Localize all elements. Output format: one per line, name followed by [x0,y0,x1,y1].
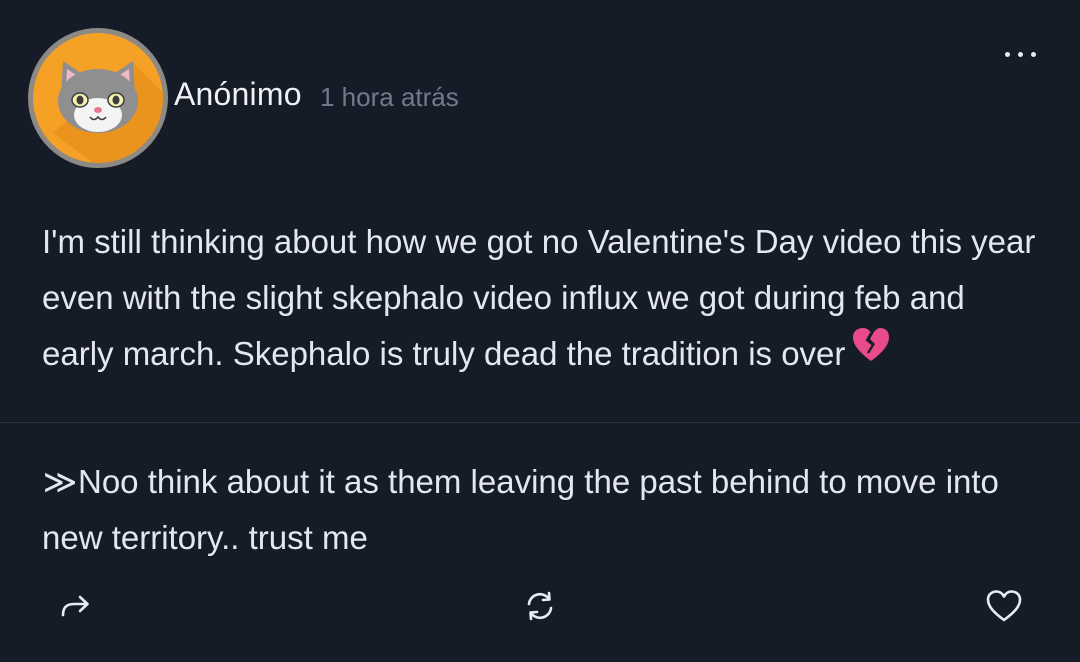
heart-outline-icon [986,590,1022,622]
reply: ≫Noo think about it as them leaving the … [42,454,1042,566]
cat-avatar-icon [53,61,163,163]
reply-text: Noo think about it as them leaving the p… [42,463,999,556]
divider [0,422,1080,423]
more-options-button[interactable] [990,36,1050,72]
share-button[interactable] [54,584,98,628]
avatar[interactable] [28,28,168,168]
more-dot-icon [1030,51,1036,57]
repost-icon [527,591,553,621]
post-card: Anónimo 1 hora atrás I'm still thinking … [0,0,1080,662]
post-timestamp: 1 hora atrás [320,82,459,112]
author-name[interactable]: Anónimo [174,76,302,113]
post-body: I'm still thinking about how we got no V… [42,214,1042,384]
share-arrow-icon [61,595,89,617]
reply-marker-icon: ≫ [42,463,78,500]
more-dot-icon [1017,51,1023,57]
broken-heart-icon [851,324,891,380]
repost-button[interactable] [518,584,562,628]
like-button[interactable] [982,584,1026,628]
more-dot-icon [1004,51,1010,57]
